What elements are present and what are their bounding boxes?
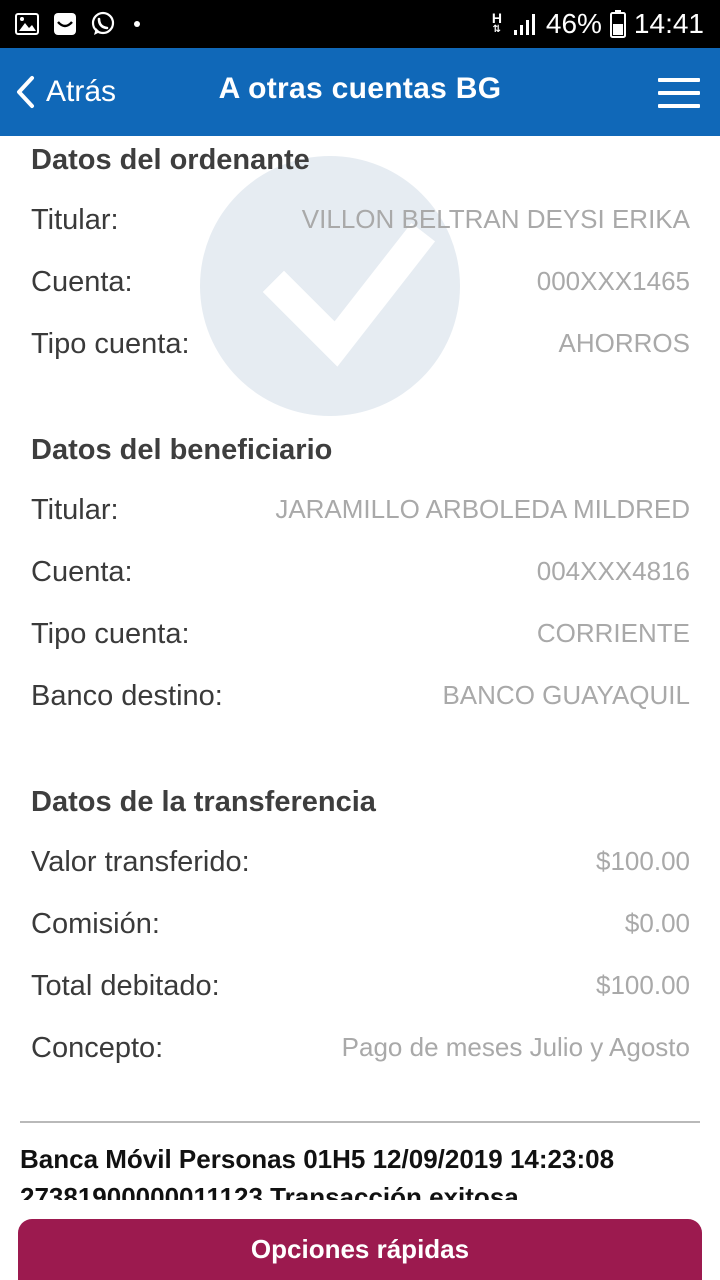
row-value: 004XXX4816 (536, 556, 690, 586)
row-label: Banco destino: (31, 680, 223, 712)
row-value: AHORROS (558, 328, 690, 358)
row-value: BANCO GUAYAQUIL (442, 680, 690, 710)
row-total-debitado: Total debitado: $100.00 (31, 970, 690, 1010)
page-title: A otras cuentas BG (218, 72, 502, 105)
row-value: $100.00 (596, 970, 690, 1000)
status-bar-system: H ⇅ 46% 14:41 (490, 6, 704, 42)
row-comision: Comisión: $0.00 (31, 908, 690, 948)
row-value: Pago de meses Julio y Agosto (341, 1032, 690, 1062)
receipt-content: Datos del ordenante Titular: VILLON BELT… (0, 136, 720, 1200)
transaction-footer-clip: 27381900000011123 Transacción exitosa (0, 1176, 720, 1200)
transaction-footer-line1: Banca Móvil Personas 01H5 12/09/2019 14:… (20, 1144, 615, 1174)
row-label: Tipo cuenta: (31, 328, 190, 360)
row-ordenante-cuenta: Cuenta: 000XXX1465 (31, 266, 690, 306)
row-ordenante-titular: Titular: VILLON BELTRAN DEYSI ERIKA (31, 204, 690, 244)
row-value: JARAMILLO ARBOLEDA MILDRED (275, 494, 690, 524)
row-value: 000XXX1465 (536, 266, 690, 296)
row-label: Tipo cuenta: (31, 618, 190, 650)
transaction-footer-line2: 27381900000011123 Transacción exitosa (20, 1182, 519, 1200)
clock: 14:41 (633, 8, 704, 39)
signal-icon (513, 14, 535, 35)
divider (20, 1121, 700, 1123)
row-label: Cuenta: (31, 266, 133, 298)
row-beneficiario-tipo-cuenta: Tipo cuenta: CORRIENTE (31, 618, 690, 658)
hamburger-icon-bar (658, 78, 700, 82)
row-beneficiario-titular: Titular: JARAMILLO ARBOLEDA MILDRED (31, 494, 690, 534)
battery-icon (609, 10, 626, 38)
app-screen: H ⇅ 46% 14:41 Atrás A otras cuentas BG D… (0, 0, 720, 1280)
menu-button[interactable] (658, 78, 700, 108)
row-ordenante-tipo-cuenta: Tipo cuenta: AHORROS (31, 328, 690, 368)
status-bar-notifications (14, 8, 140, 40)
row-label: Valor transferido: (31, 846, 250, 878)
hamburger-icon-bar (658, 91, 700, 95)
section-title-transferencia: Datos de la transferencia (31, 786, 376, 818)
row-label: Titular: (31, 204, 119, 236)
notification-dot-icon (134, 21, 140, 27)
section-title-ordenante: Datos del ordenante (31, 144, 310, 176)
status-bar: H ⇅ 46% 14:41 (0, 0, 720, 48)
row-label: Cuenta: (31, 556, 133, 588)
row-value: CORRIENTE (536, 618, 690, 648)
row-beneficiario-cuenta: Cuenta: 004XXX4816 (31, 556, 690, 596)
row-label: Concepto: (31, 1032, 164, 1064)
row-value: $0.00 (624, 908, 690, 938)
row-concepto: Concepto: Pago de meses Julio y Agosto (31, 1032, 690, 1072)
row-label: Titular: (31, 494, 119, 526)
hamburger-icon-bar (658, 104, 700, 108)
whatsapp-icon (91, 11, 115, 35)
row-label: Comisión: (31, 908, 160, 940)
mail-icon (54, 13, 76, 35)
row-label: Total debitado: (31, 970, 220, 1002)
row-beneficiario-banco-destino: Banco destino: BANCO GUAYAQUIL (31, 680, 690, 720)
section-title-beneficiario: Datos del beneficiario (31, 434, 333, 466)
image-icon (15, 13, 39, 35)
battery-percent: 46% (545, 8, 602, 39)
row-valor-transferido: Valor transferido: $100.00 (31, 846, 690, 886)
quick-options-button[interactable]: Opciones rápidas (18, 1219, 702, 1280)
row-value: $100.00 (596, 846, 690, 876)
app-bar: Atrás A otras cuentas BG (0, 48, 720, 136)
row-value: VILLON BELTRAN DEYSI ERIKA (301, 204, 690, 234)
network-type: H ⇅ (491, 10, 502, 35)
